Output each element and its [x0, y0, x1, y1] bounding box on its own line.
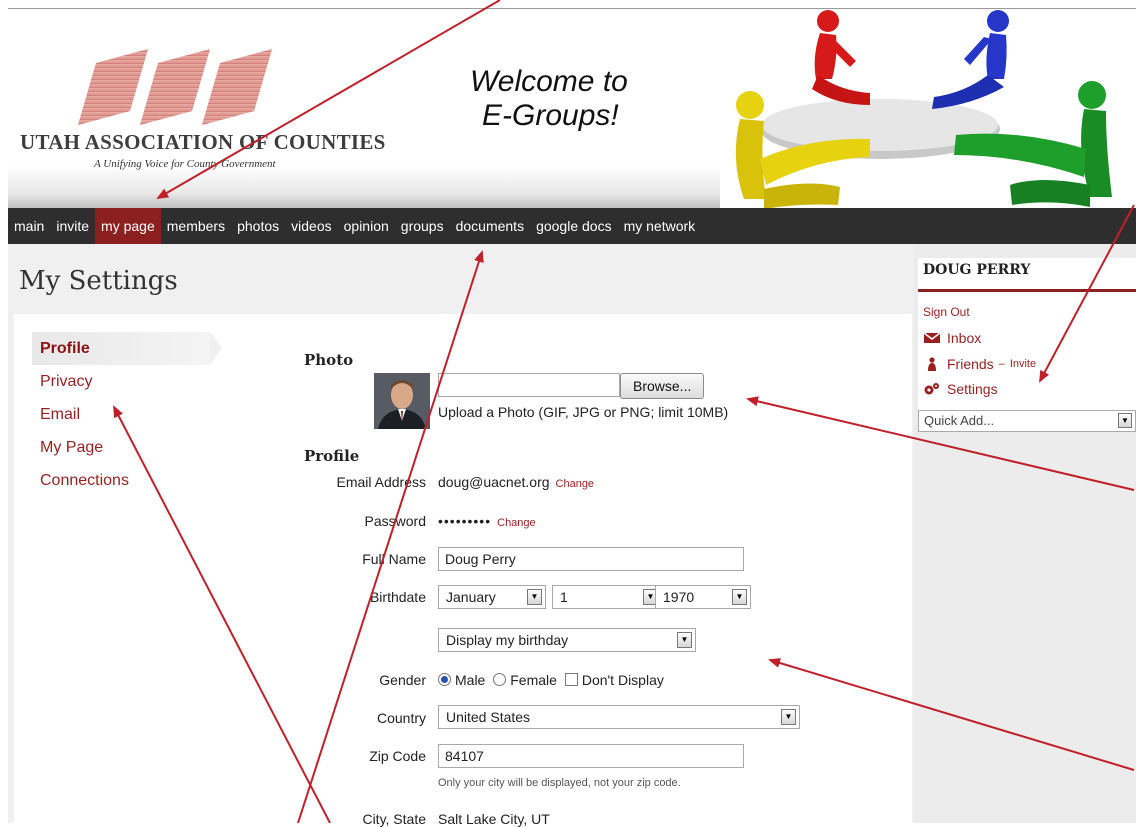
browse-button[interactable]: Browse...: [620, 373, 705, 399]
sidebar: DOUG PERRY Sign Out Inbox Friends – Invi…: [914, 244, 1136, 823]
gears-icon: [924, 383, 939, 395]
menu-item-profile[interactable]: Profile: [32, 332, 222, 365]
full-name-label: Full Name: [362, 551, 426, 567]
nav-groups[interactable]: groups: [395, 208, 450, 244]
nav-my-page[interactable]: my page: [95, 208, 161, 244]
gender-dont-display-label: Don't Display: [581, 672, 664, 688]
gender-female-label: Female: [510, 672, 557, 688]
chevron-down-icon: ▼: [732, 589, 747, 605]
birth-year-value: 1970: [663, 589, 695, 605]
birth-year-select[interactable]: 1970 ▼: [655, 585, 751, 609]
chevron-down-icon: ▼: [1118, 413, 1132, 428]
birth-month-select[interactable]: January ▼: [438, 585, 546, 609]
nav-opinion[interactable]: opinion: [338, 208, 395, 244]
birthday-display-value: Display my birthday: [446, 632, 569, 648]
profile-section-title: Profile: [304, 447, 360, 465]
user-box-divider: [918, 289, 1136, 292]
nav-videos[interactable]: videos: [285, 208, 337, 244]
nav-members[interactable]: members: [161, 208, 231, 244]
inbox-link[interactable]: Inbox: [923, 330, 981, 346]
photo-upload-hint: Upload a Photo (GIF, JPG or PNG; limit 1…: [438, 404, 729, 420]
settings-label: Settings: [947, 381, 998, 397]
country-select[interactable]: United States ▼: [438, 705, 800, 729]
friends-separator: –: [998, 358, 1005, 370]
full-name-input[interactable]: Doug Perry: [438, 547, 744, 571]
nav-documents[interactable]: documents: [450, 208, 530, 244]
main-navigation: main invite my page members photos video…: [8, 208, 1136, 244]
avatar: [374, 373, 430, 429]
birth-month-value: January: [446, 589, 496, 605]
page-title: My Settings: [19, 266, 178, 296]
email-label: Email Address: [336, 474, 426, 490]
nav-google-docs[interactable]: google docs: [530, 208, 618, 244]
friends-label: Friends: [947, 356, 994, 372]
gender-male-label: Male: [455, 672, 486, 688]
settings-panel: Profile Privacy Email My Page Connection…: [14, 314, 912, 827]
email-change-link[interactable]: Change: [556, 478, 595, 490]
email-address: doug@uacnet.org: [438, 474, 550, 490]
gender-dont-display-checkbox[interactable]: [564, 673, 578, 686]
menu-item-connections[interactable]: Connections: [32, 464, 232, 497]
invite-link[interactable]: Invite: [1010, 358, 1036, 370]
sign-out-link[interactable]: Sign Out: [923, 305, 970, 319]
password-label: Password: [364, 513, 426, 529]
inbox-label: Inbox: [947, 330, 982, 346]
password-mask: •••••••••: [438, 513, 492, 529]
chevron-down-icon: ▼: [677, 632, 692, 648]
birthday-display-select[interactable]: Display my birthday ▼: [438, 628, 696, 652]
birth-day-value: 1: [560, 589, 568, 605]
nav-main[interactable]: main: [8, 208, 50, 244]
envelope-icon: [923, 332, 941, 343]
org-name: UTAH ASSOCIATION OF COUNTIES: [20, 130, 386, 154]
chevron-down-icon: ▼: [527, 589, 542, 605]
password-value: ••••••••• Change: [438, 513, 536, 529]
city-label: City, State: [362, 811, 426, 827]
main-content: My Settings Profile Privacy Email My Pag…: [8, 244, 914, 827]
site-header: UTAH ASSOCIATION OF COUNTIES A Unifying …: [8, 8, 1136, 209]
gender-options: Male Female Don't Display: [438, 672, 664, 688]
user-name: DOUG PERRY: [923, 262, 1031, 278]
birth-day-select[interactable]: 1 ▼: [552, 585, 662, 609]
zip-label: Zip Code: [369, 748, 426, 764]
zip-hint: Only your city will be displayed, not yo…: [438, 777, 681, 789]
uac-logo-graphic: [78, 49, 272, 125]
password-change-link[interactable]: Change: [497, 517, 536, 529]
email-value: doug@uacnet.org Change: [438, 474, 594, 490]
person-icon: [928, 357, 936, 371]
nav-my-network[interactable]: my network: [618, 208, 702, 244]
avatar-portrait: [374, 373, 430, 429]
country-value: United States: [446, 709, 531, 725]
quick-add-value: Quick Add...: [924, 413, 995, 428]
nav-photos[interactable]: photos: [231, 208, 285, 244]
user-box: DOUG PERRY Sign Out Inbox Friends – Invi…: [918, 258, 1136, 410]
menu-item-privacy[interactable]: Privacy: [32, 365, 232, 398]
welcome-heading: Welcome to E-Groups!: [470, 65, 710, 133]
settings-menu: Profile Privacy Email My Page Connection…: [32, 332, 232, 497]
zip-input[interactable]: 84107: [438, 744, 744, 768]
menu-item-email[interactable]: Email: [32, 398, 232, 431]
nav-invite[interactable]: invite: [50, 208, 95, 244]
quick-add-select[interactable]: Quick Add... ▼: [918, 410, 1136, 432]
country-label: Country: [376, 710, 426, 726]
gender-male-radio[interactable]: [438, 673, 451, 686]
gender-female-radio[interactable]: [493, 673, 507, 686]
gender-label: Gender: [379, 672, 426, 688]
chevron-down-icon: ▼: [781, 709, 796, 725]
photo-section-title: Photo: [304, 351, 354, 369]
birthdate-label: Birthdate: [369, 589, 426, 605]
people-figures-illustration: [720, 9, 1136, 209]
settings-link[interactable]: Settings: [923, 381, 998, 397]
friends-link[interactable]: Friends – Invite: [923, 356, 1036, 372]
welcome-line-2: E-Groups!: [482, 99, 619, 132]
org-tagline: A Unifying Voice for County Government: [94, 158, 276, 170]
menu-item-my-page[interactable]: My Page: [32, 431, 232, 464]
photo-file-input[interactable]: [438, 373, 620, 397]
city-value: Salt Lake City, UT: [438, 811, 550, 827]
welcome-line-1: Welcome to: [470, 65, 628, 98]
